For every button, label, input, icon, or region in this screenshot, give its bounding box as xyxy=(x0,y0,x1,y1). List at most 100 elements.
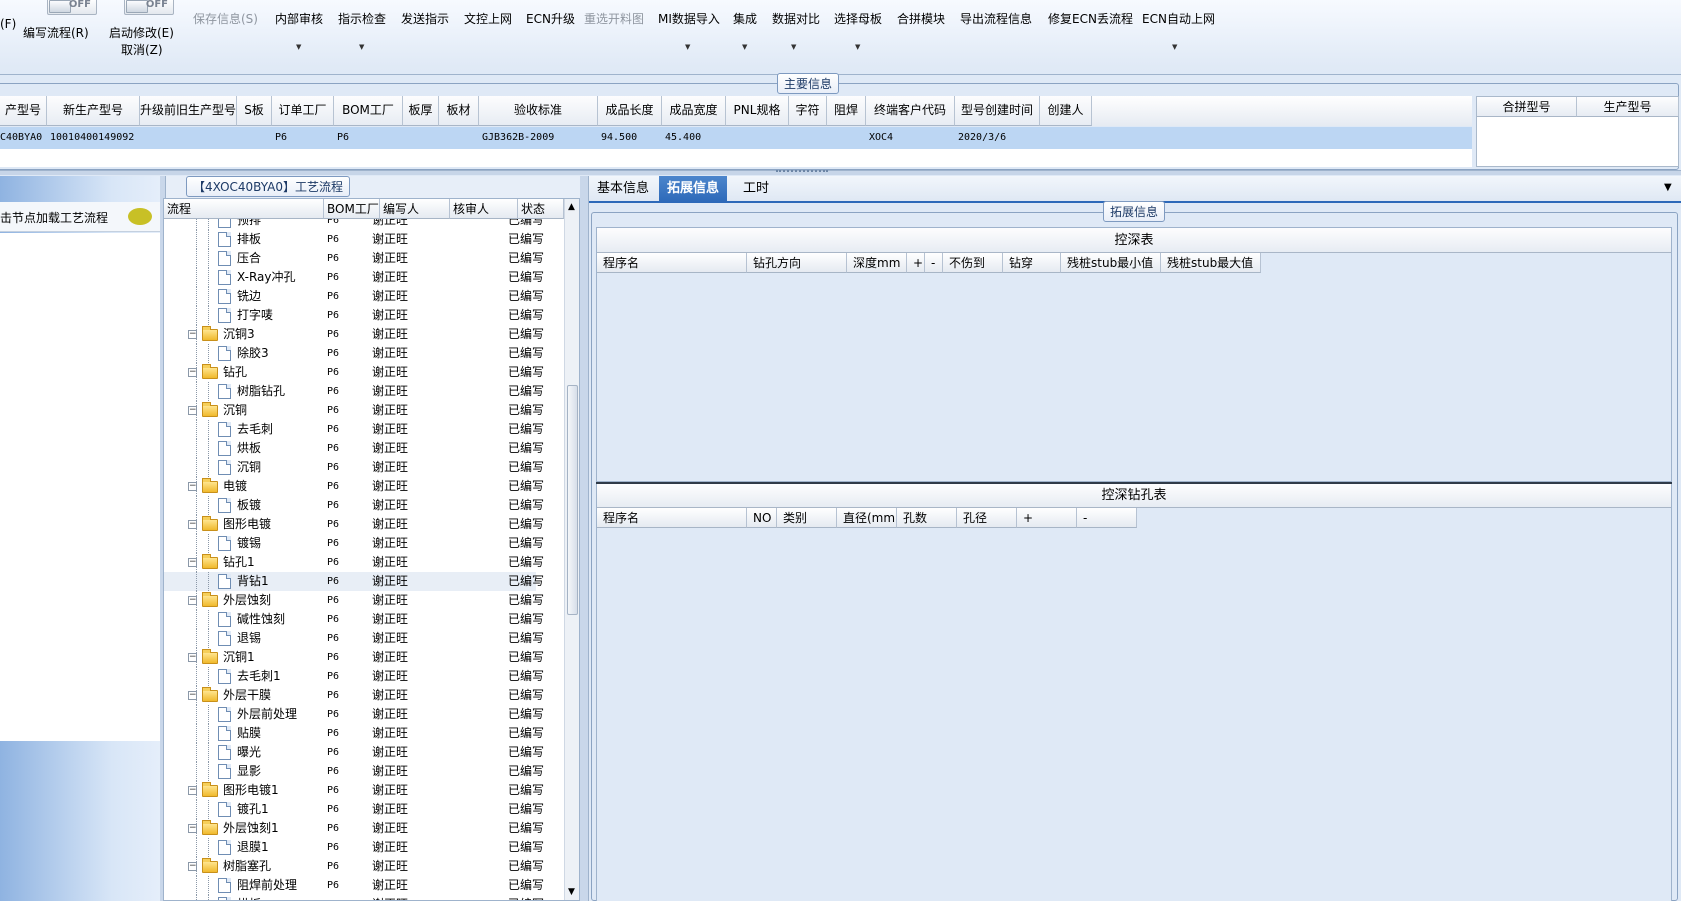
main-info-column-header[interactable]: 板厚 xyxy=(403,96,439,126)
flow-tree-row[interactable]: 曝光 P6 谢正旺 已编写 xyxy=(164,743,544,762)
main-info-column-header[interactable]: 终端客户代码 xyxy=(866,96,955,126)
speech-bubble-icon[interactable] xyxy=(128,208,152,225)
chevron-down-icon[interactable]: ▼ xyxy=(359,43,364,51)
flow-column-header[interactable]: 编写人 xyxy=(380,199,450,219)
hole-table-column-header[interactable]: 孔数 xyxy=(897,508,957,528)
flow-tree-row[interactable]: 烘板P6谢正旺已编写 xyxy=(164,895,544,900)
flow-tree-row[interactable]: − 外层干膜 P6 谢正旺 已编写 xyxy=(164,686,544,705)
flow-tree-row[interactable]: 镀锡 P6 谢正旺 已编写 xyxy=(164,534,544,553)
hole-table-column-header[interactable]: 孔径 xyxy=(957,508,1017,528)
export-flow-button[interactable]: 导出流程信息 xyxy=(960,10,1032,27)
hole-table-column-header[interactable]: + xyxy=(1017,508,1077,528)
flow-tree-row[interactable]: − 钻孔 P6 谢正旺 已编写 xyxy=(164,363,544,382)
depth-table-column-header[interactable]: 残桩stub最大值 xyxy=(1161,253,1261,273)
flow-tree-row[interactable]: 沉铜 P6 谢正旺 已编写 xyxy=(164,458,544,477)
depth-table-column-header[interactable]: 残桩stub最小值 xyxy=(1061,253,1161,273)
collapse-icon[interactable]: − xyxy=(188,406,197,415)
tab-work-hours[interactable]: 工时 xyxy=(735,176,777,202)
indicator-check-button[interactable]: 指示检查 xyxy=(338,10,386,27)
collapse-icon[interactable]: − xyxy=(188,691,197,700)
flow-tree-row[interactable]: − 外层蚀刻 P6 谢正旺 已编写 xyxy=(164,591,544,610)
save-info-button[interactable]: 保存信息(S) xyxy=(193,10,258,27)
flow-tree-row[interactable]: − 图形电镀1 P6 谢正旺 已编写 xyxy=(164,781,544,800)
collapse-icon[interactable]: − xyxy=(188,786,197,795)
tab-extended-info[interactable]: 拓展信息 xyxy=(659,176,728,202)
flow-column-header[interactable]: BOM工厂 xyxy=(324,199,380,219)
depth-table-column-header[interactable]: 钻穿 xyxy=(1003,253,1061,273)
collapse-icon[interactable]: − xyxy=(188,330,197,339)
merge-module-button[interactable]: 合拼模块 xyxy=(897,10,945,27)
tab-basic-info[interactable]: 基本信息 xyxy=(589,176,657,202)
flow-tree-row[interactable]: 烘板P6谢正旺已编写 xyxy=(164,439,544,458)
flow-tree-row[interactable]: 退膜1 P6 谢正旺 已编写 xyxy=(164,838,544,857)
collapse-icon[interactable]: − xyxy=(188,596,197,605)
doc-upload-button[interactable]: 文控上网 xyxy=(464,10,512,27)
flow-tree-row[interactable]: 预排 P6 谢正旺 已编写 xyxy=(164,219,544,230)
start-modify-toggle[interactable]: OFF xyxy=(124,0,174,15)
flow-tree-row[interactable]: 显影 P6 谢正旺 已编写 xyxy=(164,762,544,781)
chevron-down-icon[interactable]: ▼ xyxy=(855,43,860,51)
main-info-column-header[interactable]: BOM工厂 xyxy=(334,96,403,126)
horizontal-splitter[interactable] xyxy=(0,170,1681,175)
main-info-column-header[interactable]: 板材 xyxy=(439,96,479,126)
integrate-button[interactable]: 集成 xyxy=(733,10,757,27)
main-info-column-header[interactable]: 升级前旧生产型号 xyxy=(140,96,237,126)
flow-tree-row[interactable]: − 沉铜3 P6 谢正旺 已编写 xyxy=(164,325,544,344)
main-info-column-header[interactable]: 成品宽度 xyxy=(662,96,726,126)
flow-tree-row[interactable]: 去毛刺 P6 谢正旺 已编写 xyxy=(164,420,544,439)
chevron-down-icon[interactable]: ▼ xyxy=(791,43,796,51)
main-info-column-header[interactable]: PNL规格 xyxy=(726,96,789,126)
send-indicator-button[interactable]: 发送指示 xyxy=(401,10,449,27)
depth-table-column-header[interactable]: 程序名 xyxy=(597,253,747,273)
collapse-icon[interactable]: − xyxy=(188,862,197,871)
repair-ecn-button[interactable]: 修复ECN丢流程 xyxy=(1048,10,1133,27)
main-info-column-header[interactable]: 阻焊 xyxy=(827,96,866,126)
main-info-column-header[interactable]: S板 xyxy=(237,96,272,126)
chevron-down-icon[interactable]: ▼ xyxy=(296,43,301,51)
data-compare-button[interactable]: 数据对比 xyxy=(772,10,820,27)
collapse-icon[interactable]: − xyxy=(188,482,197,491)
chevron-down-icon[interactable]: ▼ xyxy=(1172,43,1177,51)
tab-list-dropdown-icon[interactable]: ▼ xyxy=(1664,182,1672,193)
flow-tree-row[interactable]: 铣边 P6 谢正旺 已编写 xyxy=(164,287,544,306)
flow-tree-row[interactable]: 去毛刺1 P6 谢正旺 已编写 xyxy=(164,667,544,686)
middle-splitter[interactable] xyxy=(580,176,588,901)
flow-tree-row[interactable]: 外层前处理 P6 谢正旺 已编写 xyxy=(164,705,544,724)
hole-table-column-header[interactable]: 程序名 xyxy=(597,508,747,528)
internal-review-button[interactable]: 内部审核 xyxy=(275,10,323,27)
select-master-button[interactable]: 选择母板 xyxy=(834,10,882,27)
flow-vertical-scrollbar[interactable]: ▲ ▼ xyxy=(564,199,579,900)
flow-tree-row[interactable]: 贴膜 P6 谢正旺 已编写 xyxy=(164,724,544,743)
mi-import-button[interactable]: MI数据导入 xyxy=(658,10,720,27)
flow-tree-row[interactable]: − 沉铜 P6 谢正旺 已编写 xyxy=(164,401,544,420)
depth-table-column-header[interactable]: - xyxy=(925,253,943,273)
main-info-column-header[interactable]: 型号创建时间 xyxy=(955,96,1040,126)
flow-tree-row[interactable]: 排板 P6 谢正旺 已编写 xyxy=(164,230,544,249)
flow-tree-row[interactable]: 背钻1 P6 谢正旺 已编写 xyxy=(164,572,544,591)
main-info-column-header[interactable]: 新生产型号 xyxy=(47,96,140,126)
chevron-down-icon[interactable]: ▼ xyxy=(685,43,690,51)
depth-table-column-header[interactable]: 深度mm xyxy=(847,253,907,273)
scroll-up-icon[interactable]: ▲ xyxy=(568,202,575,212)
main-info-column-header[interactable]: 验收标准 xyxy=(479,96,598,126)
flow-tree-row[interactable]: − 树脂塞孔 P6 谢正旺 已编写 xyxy=(164,857,544,876)
collapse-icon[interactable]: − xyxy=(188,558,197,567)
main-info-selected-row[interactable]: C40BYA0 10010400149092 P6 P6 GJB362B-2009 94.… xyxy=(0,127,1472,149)
flow-tree-row[interactable]: 碱性蚀刻 P6 谢正旺 已编写 xyxy=(164,610,544,629)
flow-tree-row[interactable]: 打字唛 P6 谢正旺 已编写 xyxy=(164,306,544,325)
merge-model-column[interactable]: 合拼型号 xyxy=(1477,97,1577,117)
main-info-column-header[interactable]: 成品长度 xyxy=(598,96,662,126)
flow-tree-row[interactable]: − 电镀 P6 谢正旺 已编写 xyxy=(164,477,544,496)
reselect-chart-button[interactable]: 重选开料图 xyxy=(584,10,644,27)
flow-tree-row[interactable]: 退锡 P6 谢正旺 已编写 xyxy=(164,629,544,648)
hole-table-column-header[interactable]: - xyxy=(1077,508,1137,528)
collapse-icon[interactable]: − xyxy=(188,824,197,833)
flow-tree-row[interactable]: − 沉铜1 P6 谢正旺 已编写 xyxy=(164,648,544,667)
collapse-icon[interactable]: − xyxy=(188,520,197,529)
f-menu-label[interactable]: (F) xyxy=(0,17,16,31)
cancel-button[interactable]: 取消(Z) xyxy=(121,41,163,58)
main-info-column-header[interactable]: 字符 xyxy=(789,96,827,126)
hole-table-column-header[interactable]: NO xyxy=(747,508,777,528)
main-info-column-header[interactable]: 订单工厂 xyxy=(272,96,334,126)
main-info-column-header[interactable]: 创建人 xyxy=(1040,96,1092,126)
